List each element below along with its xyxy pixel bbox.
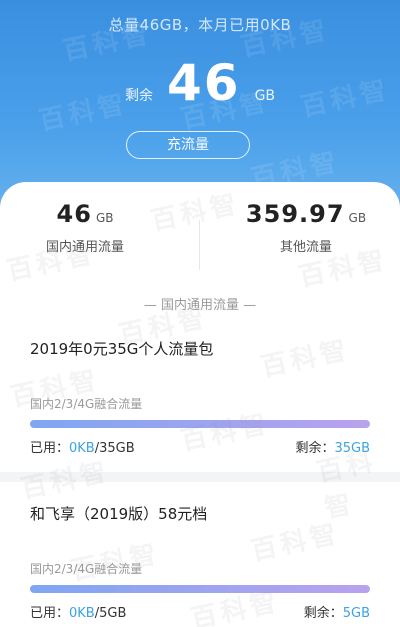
remaining-amount: 剩余：5GB xyxy=(304,602,370,621)
remaining-amount-value: 5GB xyxy=(342,606,370,621)
other-traffic-unit: GB xyxy=(348,211,367,225)
domestic-traffic-value: 46 xyxy=(56,200,92,228)
package-progress-bar xyxy=(30,585,370,593)
used-value: 0KB xyxy=(69,606,95,621)
section-gap xyxy=(0,472,400,482)
section-title: — 国内通用流量 — xyxy=(143,298,257,313)
other-traffic-label: 其他流量 xyxy=(279,240,332,255)
package-progress-bar xyxy=(30,420,370,428)
domestic-traffic-stat[interactable]: 46 GB 国内通用流量 xyxy=(30,200,140,255)
total-amount: /5GB xyxy=(94,606,127,621)
remaining-display: 剩余 46 GB xyxy=(0,58,400,108)
package-type: 国内2/3/4G融合流量 xyxy=(30,397,143,411)
remaining-amount-label: 剩余： xyxy=(295,441,335,456)
other-traffic-stat[interactable]: 359.97 GB 其他流量 xyxy=(236,200,376,255)
package-name: 2019年0元35G个人流量包 xyxy=(30,340,214,358)
package-usage: 国内2/3/4G融合流量 已用：0KB/35GB 剩余：35GB xyxy=(30,395,370,456)
used-amount: 已用：0KB/35GB xyxy=(30,437,135,456)
package-usage-row: 已用：0KB/5GB 剩余：5GB xyxy=(30,602,370,621)
remaining-amount-value: 35GB xyxy=(334,441,370,456)
total-amount: /35GB xyxy=(94,441,135,456)
other-traffic-value: 359.97 xyxy=(245,200,345,228)
used-amount: 已用：0KB/5GB xyxy=(30,602,126,621)
remaining-amount-label: 剩余： xyxy=(303,606,343,621)
domestic-traffic-label: 国内通用流量 xyxy=(45,240,124,255)
domestic-traffic-unit: GB xyxy=(95,211,114,225)
package-type: 国内2/3/4G融合流量 xyxy=(30,562,143,576)
used-value: 0KB xyxy=(69,441,95,456)
package-item[interactable]: 和飞享（2019版）58元档 xyxy=(30,503,370,524)
usage-summary: 总量46GB，本月已用0KB xyxy=(108,16,292,34)
recharge-button[interactable]: 充流量 xyxy=(126,131,250,159)
traffic-card: 46 GB 国内通用流量 359.97 GB 其他流量 — 国内通用流量 — 201… xyxy=(0,182,400,627)
package-item[interactable]: 2019年0元35G个人流量包 xyxy=(30,338,370,359)
package-usage: 国内2/3/4G融合流量 已用：0KB/5GB 剩余：5GB xyxy=(30,560,370,621)
remaining-unit: GB xyxy=(254,88,276,104)
stats-divider xyxy=(199,220,200,270)
remaining-label: 剩余 xyxy=(124,88,153,104)
package-usage-row: 已用：0KB/35GB 剩余：35GB xyxy=(30,437,370,456)
remaining-amount: 剩余：35GB xyxy=(295,437,370,456)
used-label: 已用： xyxy=(30,606,70,621)
used-label: 已用： xyxy=(30,441,70,456)
remaining-value: 46 xyxy=(166,54,241,112)
package-name: 和飞享（2019版）58元档 xyxy=(30,505,208,523)
traffic-stats: 46 GB 国内通用流量 359.97 GB 其他流量 xyxy=(0,200,400,280)
